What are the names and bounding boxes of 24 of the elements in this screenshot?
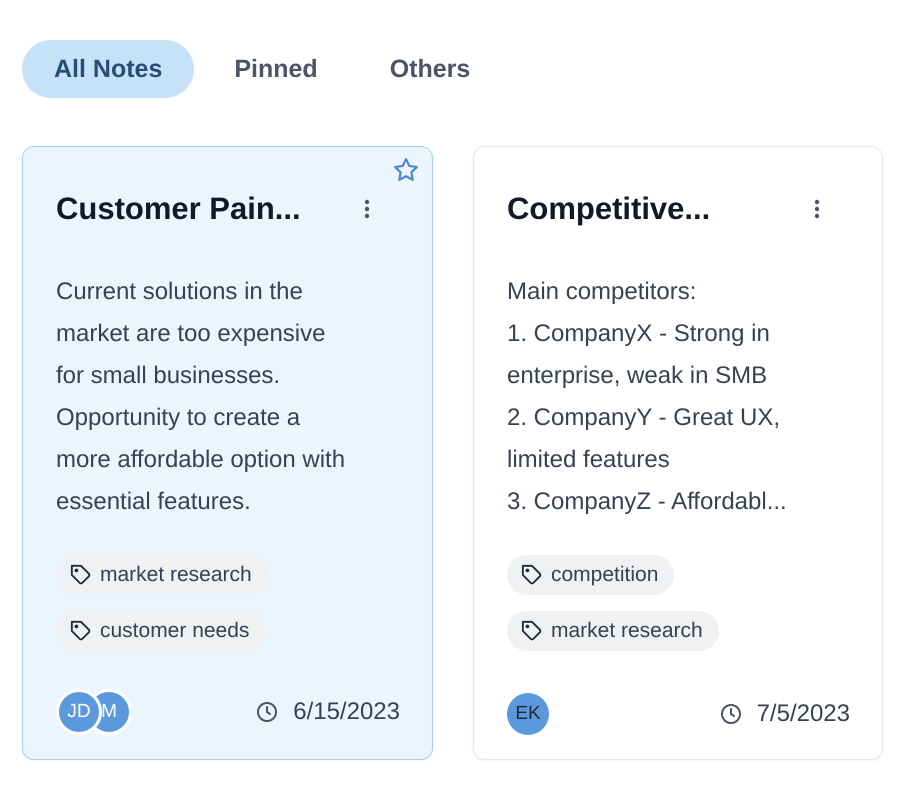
note-title: Customer Pain... <box>56 191 301 227</box>
tag-icon <box>70 620 92 642</box>
note-card[interactable]: Competitive... Main competitors: 1. CompanyX - Strong in enterprise, weak in SMB 2. CompanyY - Great UX, limited features 3. CompanyZ - Affordabl... competition market research EK 7/5/2023 <box>473 146 883 760</box>
tag-chip[interactable]: competition <box>507 555 674 595</box>
note-text: Current solutions in the market are too expensive for small businesses. Opportunity to create a more affordable option with essential features. <box>56 277 346 517</box>
note-date: 7/5/2023 <box>756 700 850 728</box>
tag-chip[interactable]: market research <box>56 555 268 595</box>
tag-chip[interactable]: market research <box>507 611 719 651</box>
avatar: JD <box>56 689 102 735</box>
note-text: Main competitors: 1. CompanyX - Strong in enterprise, weak in SMB 2. CompanyY - Great UX, limited features 3. CompanyZ - Affordabl... <box>507 277 788 517</box>
avatar: EK <box>507 693 549 735</box>
tab[interactable]: Others <box>358 40 502 98</box>
note-card[interactable] <box>22 146 433 760</box>
tag-chip[interactable]: customer needs <box>56 611 266 651</box>
note-title: Competitive... <box>507 191 710 227</box>
tab[interactable]: Pinned <box>202 40 350 98</box>
star-icon[interactable] <box>393 157 419 183</box>
clock-icon <box>255 700 280 724</box>
clock-icon <box>718 702 743 726</box>
tag-icon <box>521 564 543 586</box>
tag-icon <box>521 620 543 642</box>
tab[interactable]: All Notes <box>22 40 194 98</box>
note-date: 6/15/2023 <box>293 698 400 726</box>
tag-icon <box>70 564 92 586</box>
